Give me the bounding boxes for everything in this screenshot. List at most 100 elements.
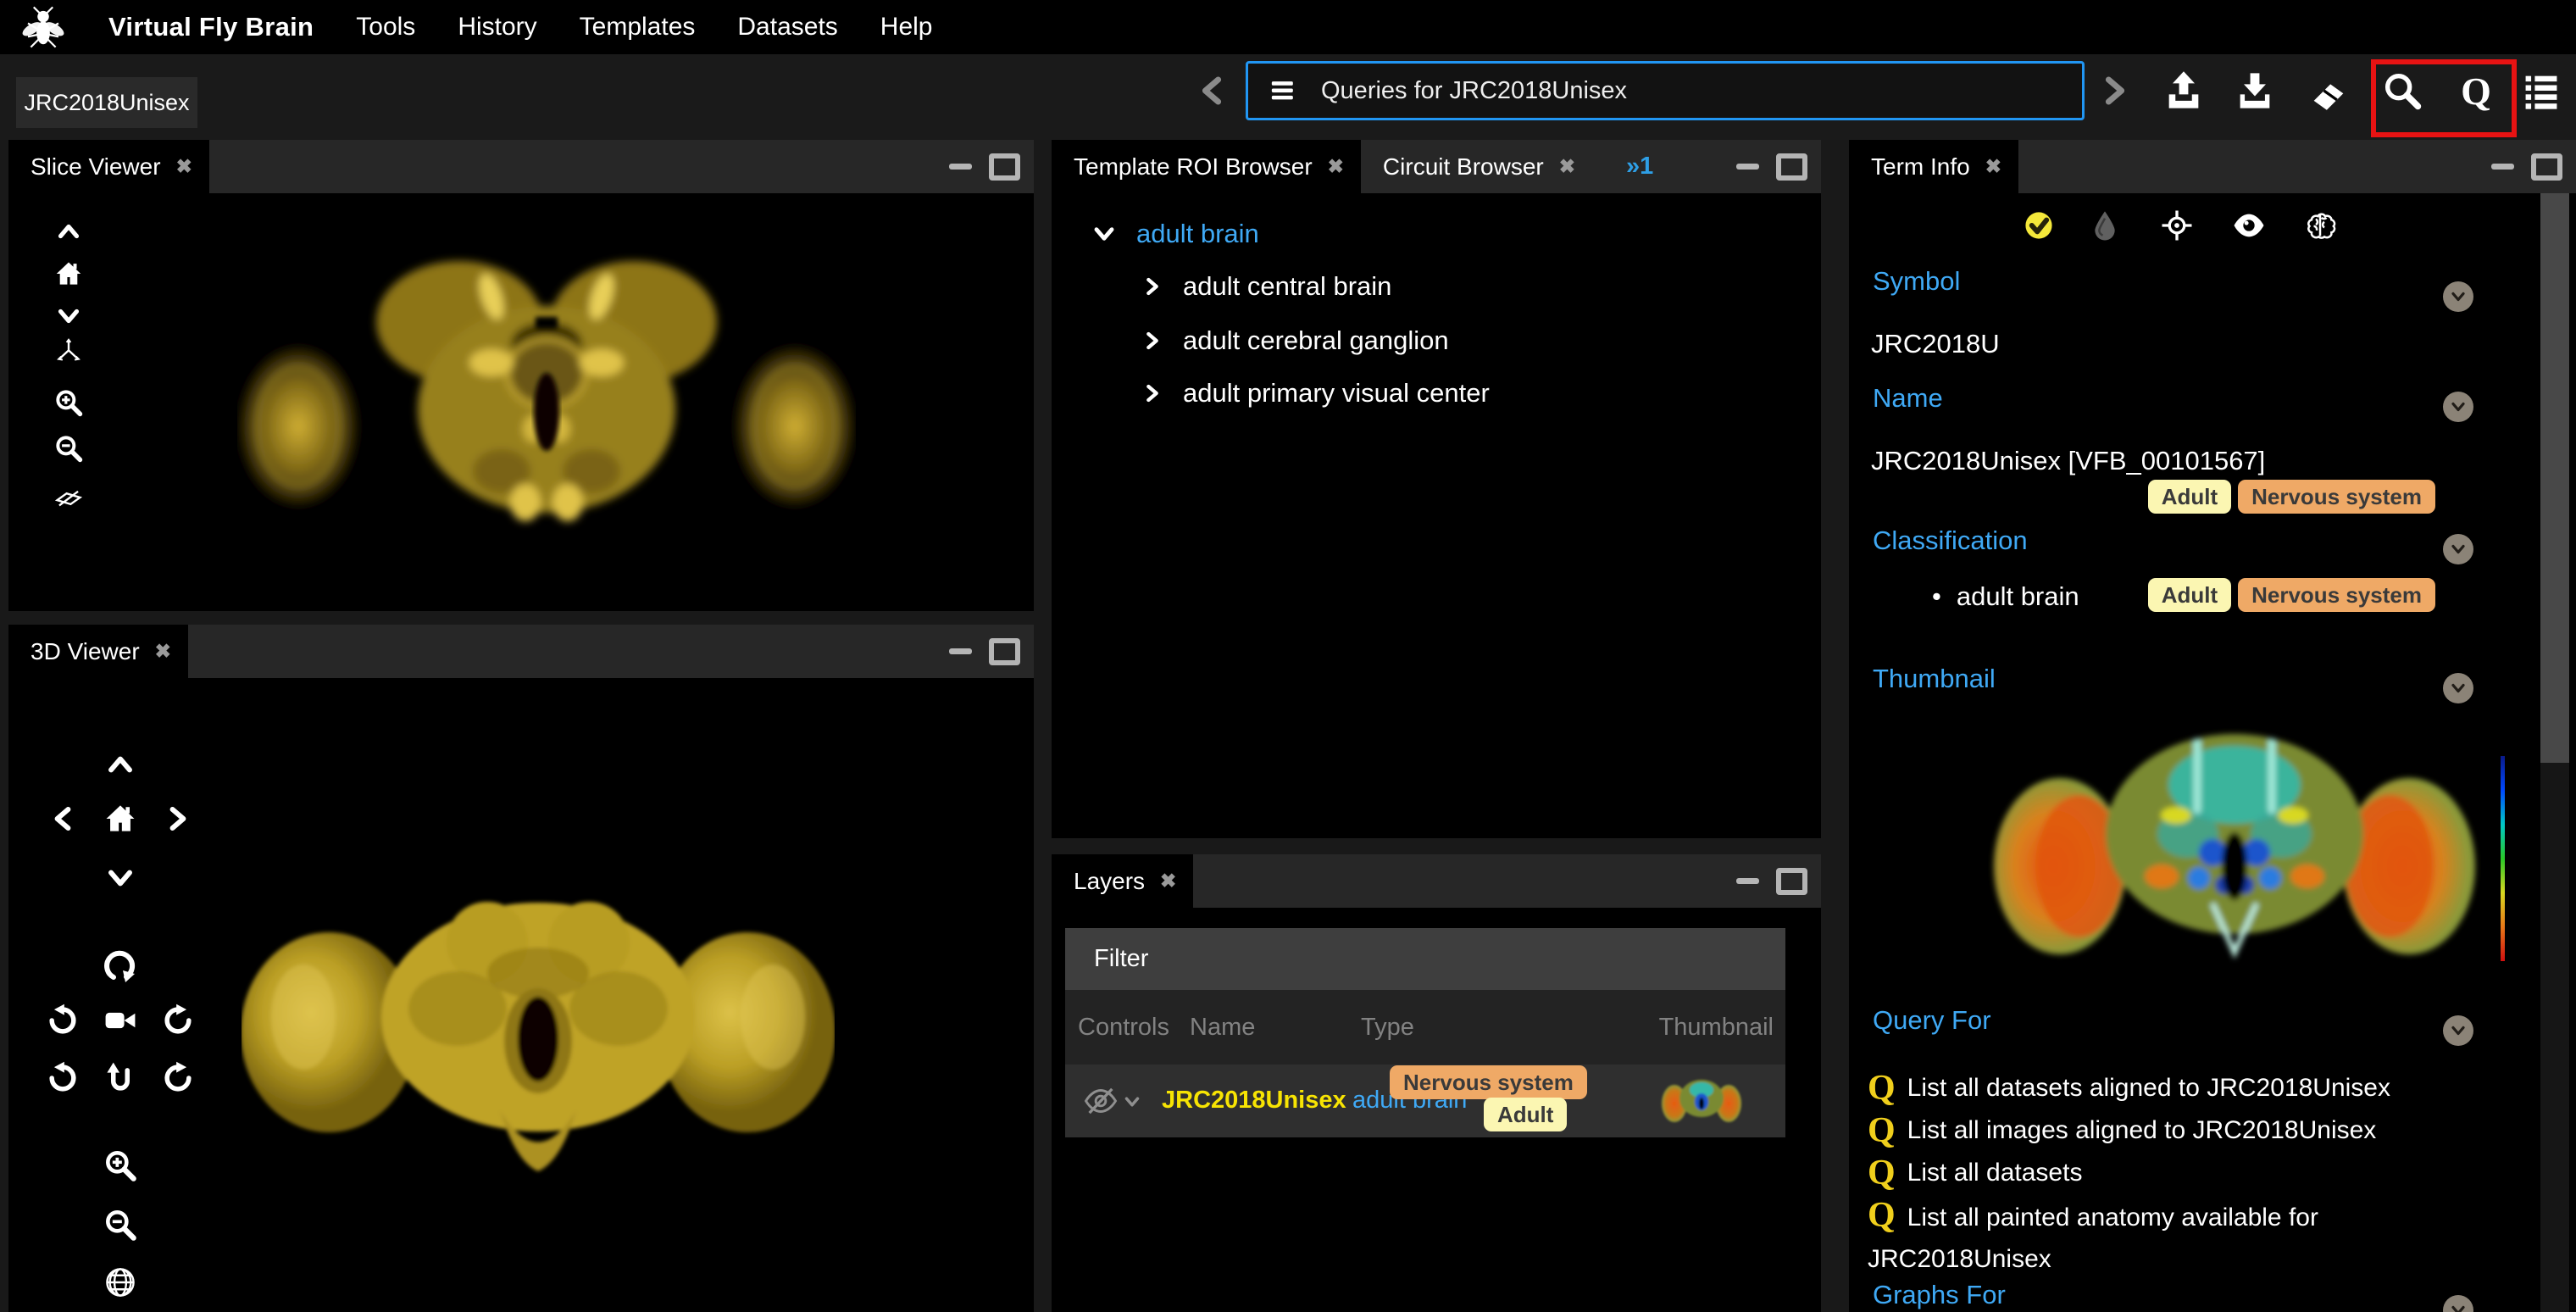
close-icon[interactable]: ✖: [155, 640, 171, 663]
3d-zoom-out-icon[interactable]: [102, 1206, 139, 1243]
rotate-loop-icon[interactable]: [100, 942, 141, 983]
close-icon[interactable]: ✖: [176, 155, 192, 178]
query-link-label[interactable]: List all images aligned to JRC2018Unisex: [1907, 1116, 2377, 1145]
roll-ccw-icon[interactable]: [44, 1059, 81, 1097]
query-link[interactable]: Q List all images aligned to JRC2018Unis…: [1868, 1112, 2376, 1149]
maximize-button[interactable]: [1776, 153, 1807, 181]
close-icon[interactable]: ✖: [1328, 155, 1344, 178]
tree-node-adult-central-brain[interactable]: adult central brain: [1139, 271, 1391, 302]
slice-plane-icon[interactable]: [53, 478, 85, 510]
tree-node-label[interactable]: adult primary visual center: [1183, 378, 1490, 409]
classification-item[interactable]: • adult brain: [1932, 581, 2079, 612]
capture-camera-icon[interactable]: [102, 1002, 139, 1039]
maximize-button[interactable]: [1776, 868, 1807, 895]
tab-template-roi-browser[interactable]: Template ROI Browser ✖: [1052, 140, 1361, 193]
visibility-eye-icon[interactable]: [2232, 208, 2266, 242]
slice-zoom-in-icon[interactable]: [53, 386, 85, 419]
nav-item-datasets[interactable]: Datasets: [737, 13, 837, 42]
term-thumbnail-image[interactable]: [1988, 707, 2481, 987]
chevron-down-icon[interactable]: [1121, 1091, 1143, 1113]
close-icon[interactable]: ✖: [1985, 155, 2001, 178]
tab-circuit-browser[interactable]: Circuit Browser ✖: [1361, 140, 1592, 193]
slice-viewer-canvas[interactable]: [8, 193, 1034, 611]
slice-up-icon[interactable]: [53, 215, 85, 247]
query-link-label[interactable]: List all painted anatomy available for J…: [1868, 1204, 2318, 1273]
home-view-icon[interactable]: [102, 800, 139, 837]
collapse-query-for-button[interactable]: [2443, 1015, 2473, 1046]
search-menu-icon[interactable]: [1267, 74, 1301, 108]
visibility-off-icon[interactable]: [1084, 1084, 1118, 1118]
slice-down-icon[interactable]: [53, 300, 85, 332]
nav-item-templates[interactable]: Templates: [580, 13, 696, 42]
classification-link[interactable]: adult brain: [1957, 581, 2079, 612]
brand-menu[interactable]: Virtual Fly Brain: [108, 12, 314, 42]
target-crosshair-icon[interactable]: [2160, 208, 2194, 242]
tab-term-info[interactable]: Term Info ✖: [1849, 140, 2018, 193]
pan-down-icon[interactable]: [102, 859, 139, 897]
rotate-ccw-icon[interactable]: [44, 1002, 81, 1039]
results-list-icon[interactable]: [2519, 69, 2563, 113]
download-icon[interactable]: [2233, 69, 2277, 113]
roll-cw-icon[interactable]: [159, 1059, 197, 1097]
chevron-right-icon[interactable]: [1139, 327, 1166, 354]
hidden-tabs-indicator[interactable]: »1: [1626, 140, 1653, 193]
collapse-name-button[interactable]: [2443, 392, 2473, 422]
minimize-button[interactable]: [949, 648, 972, 654]
collapse-symbol-button[interactable]: [2443, 281, 2473, 312]
tree-node-adult-brain[interactable]: adult brain: [1089, 219, 1259, 249]
minimize-button[interactable]: [1736, 164, 1759, 170]
tab-3d-viewer[interactable]: 3D Viewer ✖: [8, 625, 188, 678]
tab-layers[interactable]: Layers ✖: [1052, 854, 1193, 908]
3d-viewer-canvas[interactable]: [8, 678, 1034, 1312]
query-link[interactable]: Q List all datasets aligned to JRC2018Un…: [1868, 1070, 2390, 1107]
table-row[interactable]: JRC2018Unisex adult brain Nervous system…: [1065, 1065, 1785, 1137]
search-input[interactable]: Queries for JRC2018Unisex: [1246, 61, 2085, 120]
chevron-down-icon[interactable]: [1089, 219, 1119, 249]
tree-node-label[interactable]: adult brain: [1136, 219, 1259, 249]
minimize-button[interactable]: [949, 164, 972, 170]
search-prev-icon[interactable]: [1190, 69, 1234, 113]
tree-node-adult-primary-visual-center[interactable]: adult primary visual center: [1139, 378, 1490, 409]
pan-left-icon[interactable]: [44, 800, 81, 837]
close-icon[interactable]: ✖: [1559, 155, 1575, 178]
query-link[interactable]: Q List all datasets: [1868, 1154, 2082, 1192]
rotate-cw-icon[interactable]: [159, 1002, 197, 1039]
minimize-button[interactable]: [2491, 164, 2514, 170]
maximize-button[interactable]: [989, 153, 1020, 181]
layer-name-link[interactable]: JRC2018Unisex: [1162, 1087, 1346, 1115]
workspace-tab[interactable]: JRC2018Unisex: [16, 77, 197, 128]
chevron-right-icon[interactable]: [1139, 380, 1166, 407]
wireframe-globe-icon[interactable]: [102, 1264, 139, 1301]
upload-icon[interactable]: [2162, 69, 2206, 113]
slice-zoom-out-icon[interactable]: [53, 432, 85, 464]
nav-item-tools[interactable]: Tools: [356, 13, 415, 42]
collapse-classification-button[interactable]: [2443, 534, 2473, 564]
3d-zoom-in-icon[interactable]: [102, 1147, 139, 1184]
layers-filter-input[interactable]: Filter: [1065, 928, 1785, 990]
tree-node-label[interactable]: adult central brain: [1183, 271, 1391, 302]
chevron-right-icon[interactable]: [1139, 273, 1166, 300]
nav-item-help[interactable]: Help: [880, 13, 933, 42]
flip-uturn-icon[interactable]: [102, 1059, 139, 1097]
tab-slice-viewer[interactable]: Slice Viewer ✖: [8, 140, 209, 193]
close-icon[interactable]: ✖: [1160, 870, 1176, 892]
collapse-graphs-for-button[interactable]: [2443, 1295, 2473, 1312]
query-link[interactable]: QList all painted anatomy available for …: [1868, 1197, 2418, 1280]
pan-up-icon[interactable]: [102, 746, 139, 783]
brain-icon[interactable]: [2303, 208, 2337, 242]
axes-icon[interactable]: [53, 336, 85, 368]
tree-node-adult-cerebral-ganglion[interactable]: adult cerebral ganglion: [1139, 325, 1449, 356]
minimize-button[interactable]: [1736, 878, 1759, 884]
selected-check-icon[interactable]: [2020, 207, 2057, 244]
fly-logo-icon[interactable]: [20, 4, 66, 50]
query-link-label[interactable]: List all datasets: [1907, 1159, 2083, 1187]
query-link-label[interactable]: List all datasets aligned to JRC2018Unis…: [1907, 1074, 2390, 1103]
maximize-button[interactable]: [989, 638, 1020, 665]
scrollbar-thumb[interactable]: [2540, 193, 2569, 763]
clear-eraser-icon[interactable]: [2307, 69, 2351, 113]
nav-item-history[interactable]: History: [458, 13, 536, 42]
stain-drop-icon[interactable]: [2088, 208, 2122, 242]
tree-node-label[interactable]: adult cerebral ganglion: [1183, 325, 1449, 356]
pan-right-icon[interactable]: [159, 800, 197, 837]
search-next-icon[interactable]: [2093, 69, 2137, 113]
